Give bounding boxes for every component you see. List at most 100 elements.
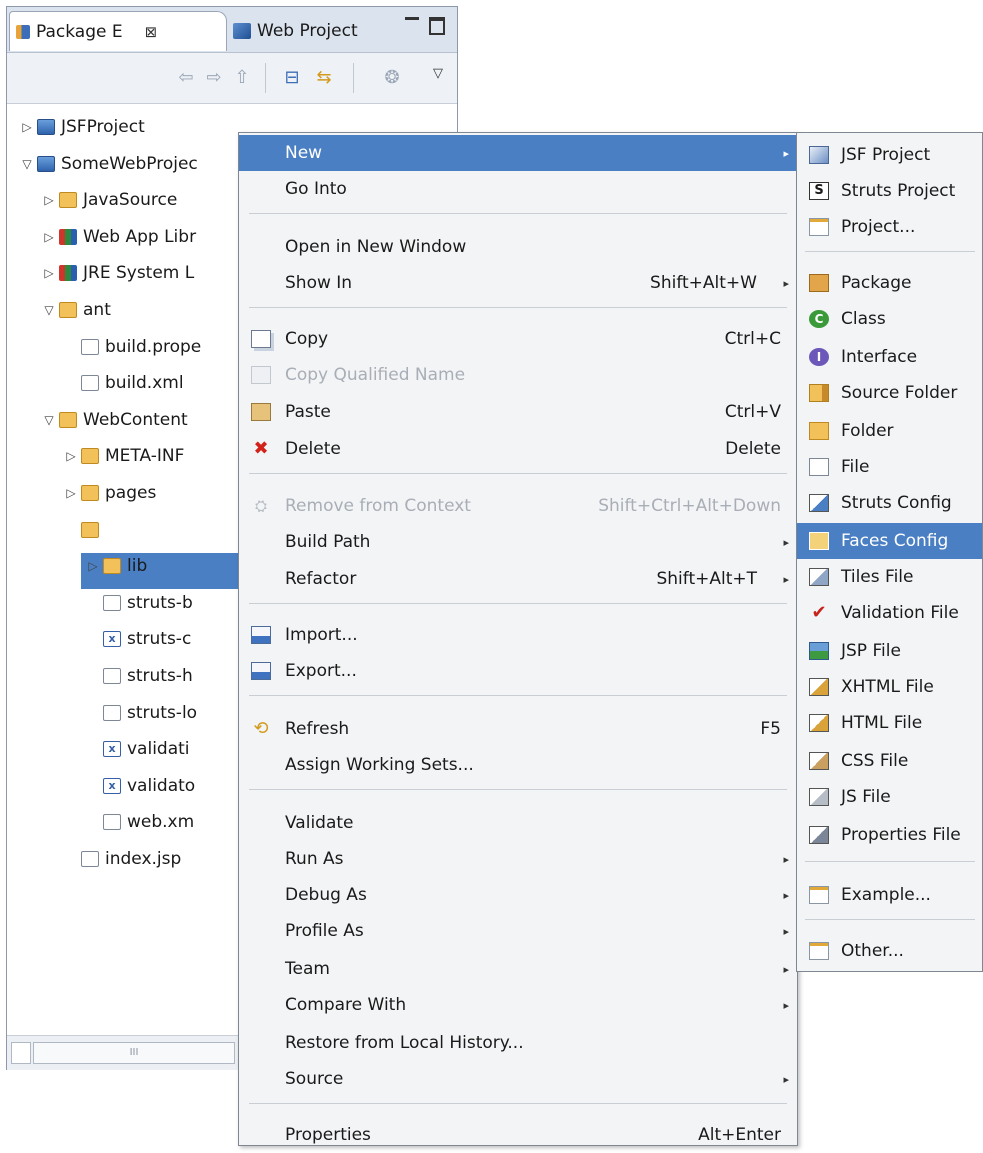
scroll-thumb[interactable]: III — [33, 1042, 235, 1064]
tree-item[interactable]: ▽ WebContent — [39, 402, 187, 438]
tree-item[interactable]: index.jsp — [61, 841, 181, 877]
submenu-item-struts-project[interactable]: S Struts Project — [797, 173, 982, 209]
tree-item[interactable]: x struts-c — [83, 621, 191, 657]
submenu-item-xhtml-file[interactable]: XHTML File — [797, 669, 982, 705]
menu-item-copy-qualified-name[interactable]: Copy Qualified Name — [239, 357, 797, 393]
submenu-item-css-file[interactable]: CSS File — [797, 743, 982, 779]
menu-item-properties[interactable]: Properties Alt+Enter — [239, 1117, 797, 1153]
tree-item[interactable]: ▽ SomeWebProjec — [17, 146, 197, 182]
up-icon[interactable]: ⇧ — [231, 67, 253, 89]
submenu-item-example[interactable]: Example... — [797, 877, 982, 913]
menu-item-restore-local-history[interactable]: Restore from Local History... — [239, 1025, 797, 1061]
menu-item-debug-as[interactable]: Debug As ▸ — [239, 877, 797, 913]
menu-item-compare-with[interactable]: Compare With ▸ — [239, 987, 797, 1023]
expand-twisty-icon[interactable]: ▷ — [83, 559, 103, 573]
tree-item[interactable]: ▽ ant — [39, 292, 110, 328]
tree-item[interactable]: struts-h — [83, 658, 193, 694]
menu-item-refresh[interactable]: ⟲ Refresh F5 — [239, 711, 797, 747]
submenu-item-validation-file[interactable]: ✔ Validation File — [797, 595, 982, 631]
menu-item-export[interactable]: Export... — [239, 653, 797, 689]
tree-item[interactable]: ▷ JSFProject — [17, 109, 144, 145]
submenu-item-source-folder[interactable]: Source Folder — [797, 375, 982, 411]
menu-item-build-path[interactable]: Build Path ▸ — [239, 524, 797, 560]
close-icon[interactable]: ⊠ — [145, 23, 158, 41]
menu-item-open-in-new-window[interactable]: Open in New Window — [239, 229, 797, 265]
menu-label: Restore from Local History... — [285, 1033, 524, 1053]
submenu-item-js-file[interactable]: JS File — [797, 779, 982, 815]
collapse-twisty-icon[interactable]: ▽ — [39, 413, 59, 427]
expand-twisty-icon[interactable]: ▷ — [61, 449, 81, 463]
forward-icon[interactable]: ⇨ — [203, 67, 225, 89]
menu-item-paste[interactable]: Paste Ctrl+V — [239, 394, 797, 430]
tree-item[interactable]: x validato — [83, 768, 195, 804]
submenu-item-other[interactable]: Other... — [797, 933, 982, 969]
collapse-twisty-icon[interactable]: ▽ — [61, 523, 81, 537]
submenu-item-faces-config[interactable]: Faces Config — [797, 523, 982, 559]
expand-twisty-icon[interactable]: ▷ — [17, 120, 37, 134]
submenu-item-file[interactable]: File — [797, 449, 982, 485]
copy-icon — [251, 366, 271, 384]
folder-icon — [809, 422, 829, 440]
class-icon: C — [809, 310, 829, 328]
tab-web-project[interactable]: Web Project — [227, 11, 397, 51]
filter-icon[interactable]: ❂ — [381, 67, 403, 89]
back-icon[interactable]: ⇦ — [175, 67, 197, 89]
menu-item-delete[interactable]: ✖ Delete Delete — [239, 431, 797, 467]
submenu-item-folder[interactable]: Folder — [797, 413, 982, 449]
tree-item[interactable]: struts-b — [83, 585, 193, 621]
maximize-icon[interactable] — [429, 17, 445, 35]
scroll-left-button[interactable] — [11, 1042, 31, 1064]
export-icon — [251, 662, 271, 680]
submenu-item-class[interactable]: C Class — [797, 301, 982, 337]
expand-twisty-icon[interactable]: ▷ — [39, 230, 59, 244]
web-project-icon — [233, 23, 251, 39]
tree-item[interactable]: ▷ lib — [83, 548, 147, 584]
menu-item-new[interactable]: New ▸ — [239, 135, 797, 171]
tree-item[interactable]: build.prope — [61, 329, 201, 365]
expand-twisty-icon[interactable]: ▷ — [39, 193, 59, 207]
submenu-item-interface[interactable]: I Interface — [797, 339, 982, 375]
collapse-all-icon[interactable]: ⊟ — [281, 67, 303, 89]
view-menu-icon[interactable]: ▽ — [427, 63, 449, 85]
menu-item-run-as[interactable]: Run As ▸ — [239, 841, 797, 877]
submenu-item-html-file[interactable]: HTML File — [797, 705, 982, 741]
collapse-twisty-icon[interactable]: ▽ — [17, 157, 37, 171]
tree-item[interactable]: ▷ META-INF — [61, 438, 184, 474]
menu-item-refactor[interactable]: Refactor Shift+Alt+T ▸ — [239, 561, 797, 597]
minimize-icon[interactable] — [405, 17, 419, 24]
menu-item-remove-from-context[interactable]: ⛭ Remove from Context Shift+Ctrl+Alt+Dow… — [239, 488, 797, 524]
tree-item[interactable]: web.xm — [83, 804, 194, 840]
submenu-item-project[interactable]: Project... — [797, 209, 982, 245]
submenu-item-jsf-project[interactable]: JSF Project — [797, 137, 982, 173]
menu-item-show-in[interactable]: Show In Shift+Alt+W ▸ — [239, 265, 797, 301]
tree-item[interactable]: struts-lo — [83, 695, 197, 731]
menu-item-import[interactable]: Import... — [239, 617, 797, 653]
menu-item-validate[interactable]: Validate — [239, 805, 797, 841]
menu-item-go-into[interactable]: Go Into — [239, 171, 797, 207]
menu-item-team[interactable]: Team ▸ — [239, 951, 797, 987]
tab-package-explorer[interactable]: Package E ⊠ — [9, 11, 227, 51]
tree-item-label: build.xml — [105, 373, 184, 393]
submenu-item-struts-config[interactable]: Struts Config — [797, 485, 982, 521]
tree-item[interactable]: ▷ JavaSource — [39, 182, 177, 218]
menu-item-source[interactable]: Source ▸ — [239, 1061, 797, 1097]
submenu-item-package[interactable]: Package — [797, 265, 982, 301]
menu-item-profile-as[interactable]: Profile As ▸ — [239, 913, 797, 949]
submenu-label: Validation File — [841, 603, 959, 623]
menu-item-assign-working-sets[interactable]: Assign Working Sets... — [239, 747, 797, 783]
collapse-twisty-icon[interactable]: ▽ — [39, 303, 59, 317]
menu-item-copy[interactable]: Copy Ctrl+C — [239, 321, 797, 357]
submenu-item-tiles-file[interactable]: Tiles File — [797, 559, 982, 595]
expand-twisty-icon[interactable]: ▷ — [39, 266, 59, 280]
link-with-editor-icon[interactable]: ⇆ — [313, 67, 335, 89]
menu-separator — [249, 1103, 787, 1104]
submenu-item-jsp-file[interactable]: JSP File — [797, 633, 982, 669]
submenu-item-properties-file[interactable]: Properties File — [797, 817, 982, 853]
expand-twisty-icon[interactable]: ▷ — [61, 486, 81, 500]
tree-item[interactable]: ▽ WEB-INF — [61, 512, 177, 548]
tree-item[interactable]: ▷ Web App Libr — [39, 219, 196, 255]
tree-item[interactable]: ▷ pages — [61, 475, 156, 511]
tree-item[interactable]: ▷ JRE System L — [39, 255, 194, 291]
tree-item[interactable]: build.xml — [61, 365, 184, 401]
tree-item[interactable]: x validati — [83, 731, 190, 767]
